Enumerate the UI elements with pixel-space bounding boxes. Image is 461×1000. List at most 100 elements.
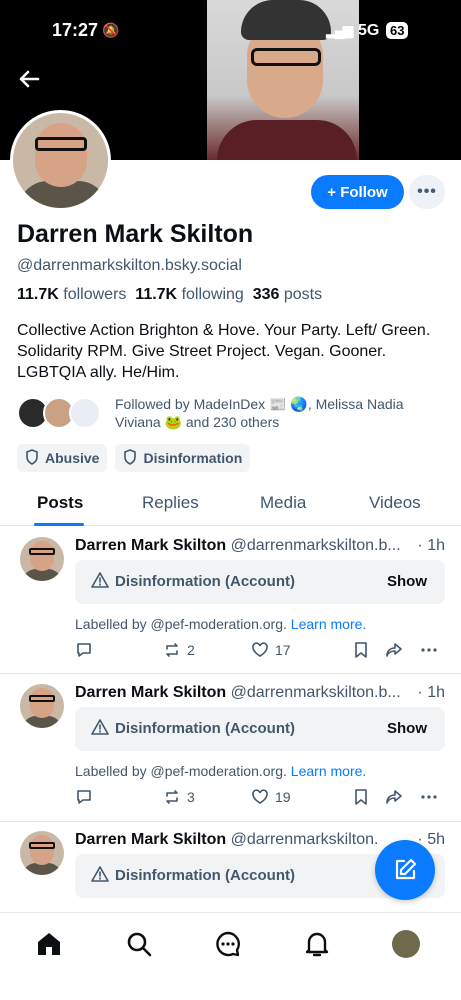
nav-home[interactable] <box>34 929 64 959</box>
post-handle[interactable]: @darrenmarkskilton.b... <box>231 537 401 554</box>
labelled-by: Labelled by @pef-moderation.org. Learn m… <box>75 763 366 779</box>
banner-coat <box>217 120 357 160</box>
followed-by-text[interactable]: Followed by MadeInDex 📰 🌏, Melissa Nadia… <box>115 395 435 431</box>
post-item[interactable]: Darren Mark Skilton @darrenmarkskilton.b… <box>0 674 461 822</box>
profile-stats: 11.7K followers 11.7K following 336 post… <box>17 286 322 304</box>
labelled-by: Labelled by @pef-moderation.org. Learn m… <box>75 616 366 632</box>
back-button[interactable] <box>16 66 44 94</box>
repost-button[interactable]: 2 <box>163 641 195 659</box>
profile-avatar[interactable] <box>10 110 111 211</box>
label-chip-abusive[interactable]: Abusive <box>17 444 108 472</box>
label-chip-disinformation[interactable]: Disinformation <box>115 444 251 472</box>
reply-icon <box>77 790 91 804</box>
avatar-face <box>30 835 54 865</box>
post-more-button[interactable] <box>420 641 438 659</box>
post-avatar[interactable] <box>20 684 64 728</box>
post-time: · 1h <box>415 537 445 555</box>
chat-icon <box>216 931 240 957</box>
nav-chat[interactable] <box>213 929 243 959</box>
avatar-glasses <box>35 137 87 151</box>
post-author[interactable]: Darren Mark Skilton <box>75 537 226 554</box>
post-actions: 3 19 <box>75 788 445 810</box>
ellipsis-icon <box>421 648 437 652</box>
post-item[interactable]: Darren Mark Skilton @darrenmarkskilton.b… <box>0 527 461 674</box>
moderation-shield-icon <box>123 448 137 468</box>
repost-icon <box>166 643 178 657</box>
labelled-by-text: Labelled by @pef-moderation.org. <box>75 763 287 779</box>
post-header: Darren Mark Skilton @darrenmarkskilton.b… <box>75 684 445 702</box>
profile-handle: @darrenmarkskilton.bsky.social <box>17 257 242 274</box>
post-avatar[interactable] <box>20 537 64 581</box>
post-author[interactable]: Darren Mark Skilton <box>75 831 226 848</box>
following-link[interactable]: 11.7K following <box>135 286 244 303</box>
labelled-by-text: Labelled by @pef-moderation.org. <box>75 616 287 632</box>
post-handle[interactable]: @darrenmarkskilton.b... <box>231 684 401 701</box>
learn-more-link[interactable]: Learn more. <box>291 763 366 779</box>
repost-count: 3 <box>187 789 195 805</box>
nav-profile[interactable] <box>391 929 421 959</box>
avatar-glasses <box>29 842 55 849</box>
post-avatar[interactable] <box>20 831 64 875</box>
followers-link[interactable]: 11.7K followers <box>17 286 126 303</box>
more-options-button[interactable]: ••• <box>409 175 445 209</box>
bell-muted-icon: 🔕 <box>102 22 120 38</box>
bookmark-icon <box>355 789 367 805</box>
posts-label: posts <box>283 286 323 303</box>
profile-tabs: Posts Replies Media Videos <box>0 480 461 526</box>
warning-text: Disinformation (Account) <box>115 867 295 884</box>
avatar-face <box>35 123 87 187</box>
compose-button[interactable] <box>375 840 435 900</box>
posts-stat: 336 posts <box>253 286 322 303</box>
repost-button[interactable]: 3 <box>163 788 195 806</box>
bookmark-button[interactable] <box>352 788 370 806</box>
network-label: 5G <box>358 22 380 39</box>
avatar-glasses <box>29 548 55 555</box>
post-header: Darren Mark Skilton @darrenmarkskilton.b… <box>75 537 445 555</box>
heart-icon <box>252 789 268 804</box>
bookmark-icon <box>355 642 367 658</box>
following-label: following <box>181 286 244 303</box>
tab-media[interactable]: Media <box>260 493 306 513</box>
tab-replies[interactable]: Replies <box>142 493 199 513</box>
followers-label: followers <box>63 286 127 303</box>
profile-name: Darren Mark Skilton <box>17 220 254 248</box>
tab-posts[interactable]: Posts <box>37 493 83 513</box>
like-button[interactable]: 17 <box>251 641 291 659</box>
nav-search[interactable] <box>124 929 154 959</box>
post-time: · 1h <box>415 684 445 702</box>
content-warning[interactable]: Disinformation (Account) Show <box>75 560 445 604</box>
nav-notifications[interactable] <box>302 929 332 959</box>
ellipsis-icon <box>421 795 437 799</box>
follower-avatar <box>69 397 101 429</box>
bookmark-button[interactable] <box>352 641 370 659</box>
warning-icon <box>91 866 109 887</box>
follow-button[interactable]: + Follow <box>311 175 404 209</box>
warning-text: Disinformation (Account) <box>115 573 295 590</box>
home-icon <box>38 933 60 955</box>
post-handle[interactable]: @darrenmarkskilton. <box>231 831 379 848</box>
followed-by-avatars[interactable] <box>17 397 101 431</box>
like-count: 19 <box>275 789 291 805</box>
post-actions: 2 17 <box>75 641 445 663</box>
following-count: 11.7K <box>135 286 178 303</box>
status-time: 17:27 <box>52 20 99 40</box>
share-button[interactable] <box>385 788 403 806</box>
battery-level: 63 <box>386 22 409 39</box>
reply-button[interactable] <box>75 788 93 806</box>
show-button[interactable]: Show <box>387 573 427 590</box>
post-author[interactable]: Darren Mark Skilton <box>75 684 226 701</box>
like-button[interactable]: 19 <box>251 788 291 806</box>
bottom-nav <box>0 912 461 1000</box>
post-more-button[interactable] <box>420 788 438 806</box>
user-avatar <box>392 930 420 958</box>
learn-more-link[interactable]: Learn more. <box>291 616 366 632</box>
content-warning[interactable]: Disinformation (Account) Show <box>75 707 445 751</box>
share-button[interactable] <box>385 641 403 659</box>
reply-button[interactable] <box>75 641 93 659</box>
show-button[interactable]: Show <box>387 720 427 737</box>
status-bar: 17:27 🔕 ▂▄▆ 5G 63 <box>0 0 461 62</box>
search-icon <box>127 932 152 957</box>
avatar-face <box>30 688 54 718</box>
tab-videos[interactable]: Videos <box>369 493 421 513</box>
followers-count: 11.7K <box>17 286 59 303</box>
